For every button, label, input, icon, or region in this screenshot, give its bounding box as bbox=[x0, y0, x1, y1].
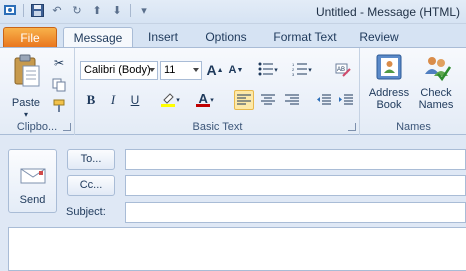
align-left-button[interactable] bbox=[234, 90, 254, 110]
check-names-icon bbox=[421, 52, 452, 85]
grow-font-button[interactable]: A ▲ bbox=[205, 60, 225, 80]
tab-options[interactable]: Options bbox=[197, 27, 255, 48]
subject-field[interactable] bbox=[125, 202, 466, 223]
address-book-label-1: Address bbox=[368, 87, 410, 99]
highlight-button[interactable]: ▾ bbox=[156, 90, 184, 110]
message-body[interactable] bbox=[8, 227, 466, 271]
address-book-icon bbox=[374, 52, 404, 85]
align-right-icon bbox=[285, 94, 299, 105]
title-bar: ↶ ↻ ⬆ ⬇ ▾ Untitled - Message (HTML) bbox=[0, 0, 466, 24]
check-names-button[interactable]: Check Names bbox=[413, 52, 459, 111]
decrease-indent-icon bbox=[317, 94, 331, 105]
align-left-icon bbox=[237, 94, 251, 105]
font-name-value: Calibri (Body) bbox=[84, 64, 151, 76]
tab-message[interactable]: Message bbox=[63, 27, 133, 49]
underline-button[interactable]: U bbox=[125, 90, 145, 110]
paste-label: Paste bbox=[11, 97, 41, 109]
cc-field[interactable] bbox=[125, 175, 466, 196]
dialog-launcher-icon[interactable] bbox=[348, 123, 356, 131]
chevron-down-icon: ▾ bbox=[274, 67, 278, 74]
quick-access-toolbar: ↶ ↻ ⬆ ⬇ ▾ bbox=[3, 3, 151, 17]
shrink-font-button[interactable]: A ▼ bbox=[226, 60, 246, 80]
chevron-down-icon bbox=[193, 68, 199, 72]
font-color-icon: A bbox=[196, 91, 211, 107]
redo-icon[interactable]: ↻ bbox=[70, 3, 84, 17]
svg-text:3: 3 bbox=[292, 72, 295, 76]
clear-formatting-icon[interactable]: AB bbox=[333, 60, 353, 80]
font-size-value: 11 bbox=[164, 64, 176, 76]
outlook-icon[interactable] bbox=[3, 3, 17, 17]
font-color-swatch bbox=[196, 104, 211, 107]
bullet-list-icon bbox=[258, 62, 274, 79]
increase-indent-icon bbox=[339, 94, 353, 105]
align-center-button[interactable] bbox=[258, 90, 278, 110]
address-book-label-2: Book bbox=[376, 99, 402, 111]
copy-icon[interactable] bbox=[49, 75, 69, 95]
decrease-indent-button[interactable] bbox=[314, 90, 334, 110]
down-arrow-icon[interactable]: ⬇ bbox=[110, 3, 124, 17]
clipboard-group: Paste ▾ ✂ Clipbo... bbox=[0, 48, 75, 135]
send-label: Send bbox=[19, 194, 46, 206]
check-names-label-2: Names bbox=[418, 99, 454, 111]
numbered-list-icon: 123 bbox=[292, 62, 308, 79]
chevron-down-icon bbox=[149, 68, 155, 72]
cc-button[interactable]: Cc... bbox=[67, 175, 115, 196]
paste-button[interactable]: Paste ▾ bbox=[7, 54, 45, 121]
highlighter-icon bbox=[160, 91, 176, 110]
font-size-combo[interactable]: 11 bbox=[160, 61, 202, 80]
tab-format-text[interactable]: Format Text bbox=[266, 27, 344, 48]
grow-font-icon: A bbox=[206, 62, 217, 78]
align-center-icon bbox=[261, 94, 275, 105]
names-group: Address Book Check Names Names bbox=[361, 48, 466, 135]
undo-icon[interactable]: ↶ bbox=[50, 3, 64, 17]
italic-button[interactable]: I bbox=[103, 90, 123, 110]
save-icon[interactable] bbox=[30, 3, 44, 17]
subject-label: Subject: bbox=[66, 206, 106, 218]
qat-separator bbox=[130, 3, 131, 17]
align-right-button[interactable] bbox=[282, 90, 302, 110]
chevron-down-icon: ▾ bbox=[308, 67, 312, 74]
bold-button[interactable]: B bbox=[81, 90, 101, 110]
window-title: Untitled - Message (HTML) bbox=[315, 5, 460, 19]
format-painter-icon[interactable] bbox=[49, 96, 69, 116]
tab-file[interactable]: File bbox=[3, 27, 57, 48]
chevron-down-icon: ▾ bbox=[176, 97, 180, 104]
dialog-launcher-icon[interactable] bbox=[63, 123, 71, 131]
basic-text-group: Calibri (Body) 11 A ▲ A ▼ ▾ 123 ▾ AB B I U bbox=[76, 48, 360, 135]
qat-separator bbox=[23, 3, 24, 17]
shrink-font-icon: A bbox=[228, 64, 237, 76]
check-names-label-1: Check bbox=[420, 87, 452, 99]
to-button[interactable]: To... bbox=[67, 149, 115, 170]
address-book-button[interactable]: Address Book bbox=[366, 52, 412, 111]
up-arrow-icon[interactable]: ⬆ bbox=[90, 3, 104, 17]
chevron-down-icon: ▾ bbox=[210, 97, 214, 104]
ribbon-tabs: File Message Insert Options Format Text … bbox=[0, 24, 466, 49]
tab-insert[interactable]: Insert bbox=[140, 27, 186, 48]
compose-area: Send To... Cc... Subject: bbox=[0, 135, 466, 271]
paste-icon bbox=[11, 54, 41, 91]
basic-text-group-label: Basic Text bbox=[192, 121, 243, 133]
svg-text:AB: AB bbox=[337, 67, 345, 73]
send-button[interactable]: Send bbox=[8, 149, 57, 213]
ribbon: Paste ▾ ✂ Clipbo... Calibri (Body) 11 A ▲… bbox=[0, 47, 466, 135]
tab-review[interactable]: Review bbox=[354, 27, 404, 48]
font-color-letter: A bbox=[198, 91, 208, 106]
font-color-button[interactable]: A ▾ bbox=[190, 90, 220, 110]
increase-indent-button[interactable] bbox=[336, 90, 356, 110]
envelope-icon bbox=[20, 167, 46, 188]
bullets-button[interactable]: ▾ bbox=[254, 60, 282, 80]
font-name-combo[interactable]: Calibri (Body) bbox=[80, 61, 158, 80]
chevron-down-icon: ▾ bbox=[23, 110, 28, 119]
cut-icon[interactable]: ✂ bbox=[49, 53, 69, 73]
to-field[interactable] bbox=[125, 149, 466, 170]
customize-icon[interactable]: ▾ bbox=[137, 3, 151, 17]
names-group-label: Names bbox=[396, 121, 431, 133]
numbering-button[interactable]: 123 ▾ bbox=[288, 60, 316, 80]
